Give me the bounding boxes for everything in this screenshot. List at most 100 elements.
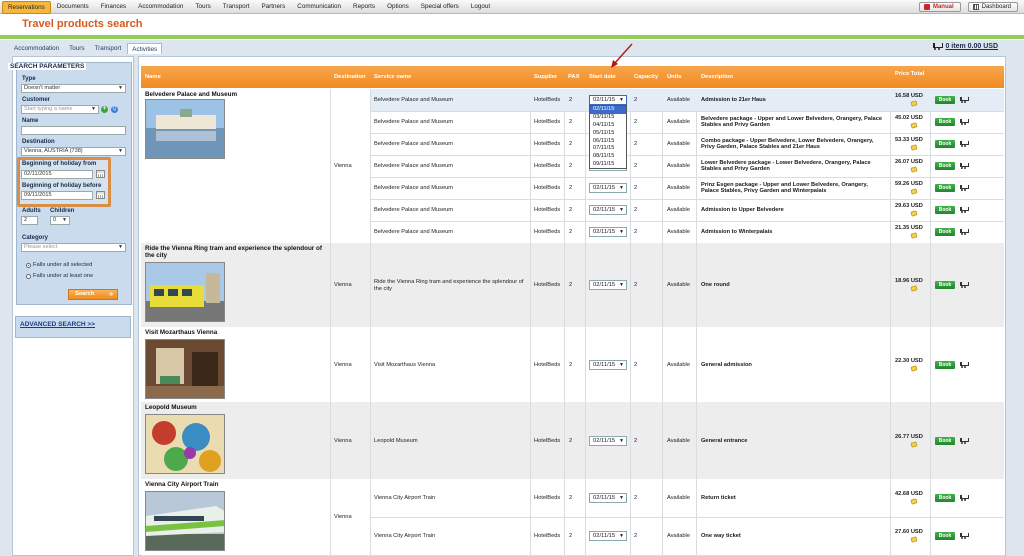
- column-divider: [662, 89, 663, 243]
- book-button[interactable]: Book: [935, 494, 955, 502]
- column-divider: [530, 89, 531, 243]
- date-option[interactable]: 06/11/15: [590, 138, 626, 146]
- date-option[interactable]: 03/11/15: [590, 114, 626, 122]
- nav-logout[interactable]: Logout: [465, 0, 496, 14]
- price-cell: 16.58 USD: [895, 93, 923, 99]
- falls-under-all-label: Falls under all selected: [33, 262, 93, 268]
- type-label: Type: [22, 76, 36, 82]
- advanced-search-link[interactable]: ADVANCED SEARCH >>: [20, 321, 95, 328]
- note-icon[interactable]: [910, 440, 918, 448]
- price-cell: 59.26 USD: [895, 181, 923, 187]
- start-date-dropdown-list[interactable]: 02/11/15 03/11/15 04/11/15 05/11/15 06/11/15…: [589, 105, 627, 169]
- description-cell: One way ticket: [701, 533, 741, 539]
- nav-finances[interactable]: Finances: [95, 0, 133, 14]
- book-button[interactable]: Book: [935, 532, 955, 540]
- date-option[interactable]: 04/11/15: [590, 122, 626, 130]
- book-button[interactable]: Book: [935, 436, 955, 445]
- book-button[interactable]: Book: [935, 96, 955, 104]
- row-divider: [370, 111, 1004, 112]
- search-button[interactable]: Search: [68, 289, 118, 300]
- start-date-select[interactable]: 02/11/15: [589, 531, 627, 541]
- start-date-select[interactable]: 02/11/15: [589, 359, 627, 370]
- cart-icon[interactable]: [959, 207, 969, 213]
- nav-reports[interactable]: Reports: [347, 0, 381, 14]
- book-button[interactable]: Book: [935, 162, 955, 170]
- start-date-select[interactable]: 02/11/15: [589, 280, 627, 290]
- cart-icon[interactable]: [959, 282, 969, 288]
- falls-under-one-radio[interactable]: [26, 274, 31, 279]
- add-customer-icon[interactable]: +: [101, 106, 108, 113]
- tab-accommodation[interactable]: Accommodation: [10, 43, 63, 54]
- cart-icon[interactable]: [959, 361, 969, 368]
- start-date-select[interactable]: 02/11/15: [589, 227, 627, 237]
- date-option[interactable]: 08/11/15: [590, 153, 626, 161]
- adults-input[interactable]: 2: [21, 216, 38, 225]
- nav-documents[interactable]: Documents: [51, 0, 95, 14]
- calendar-icon[interactable]: [96, 191, 105, 199]
- type-select[interactable]: Doesn't matter: [21, 84, 126, 93]
- start-date-select[interactable]: 02/11/15: [589, 95, 627, 105]
- book-button[interactable]: Book: [935, 228, 955, 236]
- name-input[interactable]: [21, 126, 126, 135]
- cart-icon[interactable]: [959, 163, 969, 169]
- book-button[interactable]: Book: [935, 360, 955, 369]
- holiday-before-input[interactable]: 09/11/2015: [21, 191, 93, 200]
- page-title: Travel products search: [22, 18, 143, 30]
- holiday-from-input[interactable]: 02/11/2015: [21, 170, 93, 179]
- start-date-select[interactable]: 02/11/15: [589, 493, 627, 503]
- start-date-select[interactable]: 02/11/15: [589, 435, 627, 446]
- nav-options[interactable]: Options: [381, 0, 415, 14]
- nav-reservations[interactable]: Reservations: [2, 0, 51, 14]
- note-icon[interactable]: [910, 364, 918, 372]
- book-button[interactable]: Book: [935, 184, 955, 192]
- column-divider: [662, 327, 663, 402]
- cart-icon[interactable]: [959, 97, 969, 103]
- cart-icon[interactable]: [959, 229, 969, 235]
- cart-icon[interactable]: [959, 495, 969, 501]
- pax-cell: 2: [569, 495, 573, 501]
- cart-icon[interactable]: [959, 119, 969, 125]
- category-select[interactable]: Please select: [21, 243, 126, 252]
- supplier-cell: HotelBeds: [534, 207, 561, 213]
- date-option[interactable]: 07/11/15: [590, 145, 626, 153]
- start-date-select[interactable]: 02/11/15: [589, 183, 627, 193]
- nav-special-offers[interactable]: Special offers: [415, 0, 465, 14]
- cart-summary[interactable]: 0 item 0.00 USD: [932, 43, 998, 50]
- dashboard-button[interactable]: Dashboard: [967, 2, 1018, 12]
- price-cell: 26.77 USD: [895, 433, 923, 440]
- date-option[interactable]: 09/11/15: [590, 161, 626, 169]
- units-cell: Available: [667, 229, 690, 235]
- cart-icon[interactable]: [959, 141, 969, 147]
- nav-tours[interactable]: Tours: [189, 0, 216, 14]
- children-select[interactable]: 0: [50, 216, 70, 225]
- cart-icon[interactable]: [959, 437, 969, 444]
- cart-icon[interactable]: [959, 533, 969, 539]
- nav-transport[interactable]: Transport: [217, 0, 256, 14]
- calendar-icon[interactable]: [96, 170, 105, 178]
- book-button[interactable]: Book: [935, 118, 955, 126]
- capacity-cell: 2: [634, 282, 638, 288]
- destination-select[interactable]: Vienna, AUSTRIA (738): [21, 147, 126, 156]
- service-name-cell: Leopold Museum: [374, 437, 418, 444]
- date-option[interactable]: 02/11/15: [590, 106, 626, 114]
- activity-name: Vienna City Airport Train: [145, 481, 219, 488]
- search-customer-icon[interactable]: Q: [111, 106, 118, 113]
- falls-under-all-radio[interactable]: [26, 263, 31, 268]
- tab-activities[interactable]: Activities: [127, 43, 163, 54]
- book-button[interactable]: Book: [935, 206, 955, 214]
- capacity-cell: 2: [634, 97, 638, 103]
- cart-icon[interactable]: [959, 185, 969, 191]
- book-button[interactable]: Book: [935, 281, 955, 289]
- nav-partners[interactable]: Partners: [255, 0, 291, 14]
- manual-button[interactable]: Manual: [918, 2, 961, 12]
- tab-tours[interactable]: Tours: [65, 43, 88, 54]
- units-cell: Available: [667, 533, 690, 539]
- date-option[interactable]: 05/11/15: [590, 130, 626, 138]
- customer-input[interactable]: Start typing a name: [21, 105, 99, 114]
- book-button[interactable]: Book: [935, 140, 955, 148]
- nav-communication[interactable]: Communication: [291, 0, 347, 14]
- tab-transport[interactable]: Transport: [91, 43, 126, 54]
- nav-accommodation[interactable]: Accommodation: [132, 0, 189, 14]
- start-date-select[interactable]: 02/11/15: [589, 205, 627, 215]
- activity-thumbnail: [145, 491, 225, 551]
